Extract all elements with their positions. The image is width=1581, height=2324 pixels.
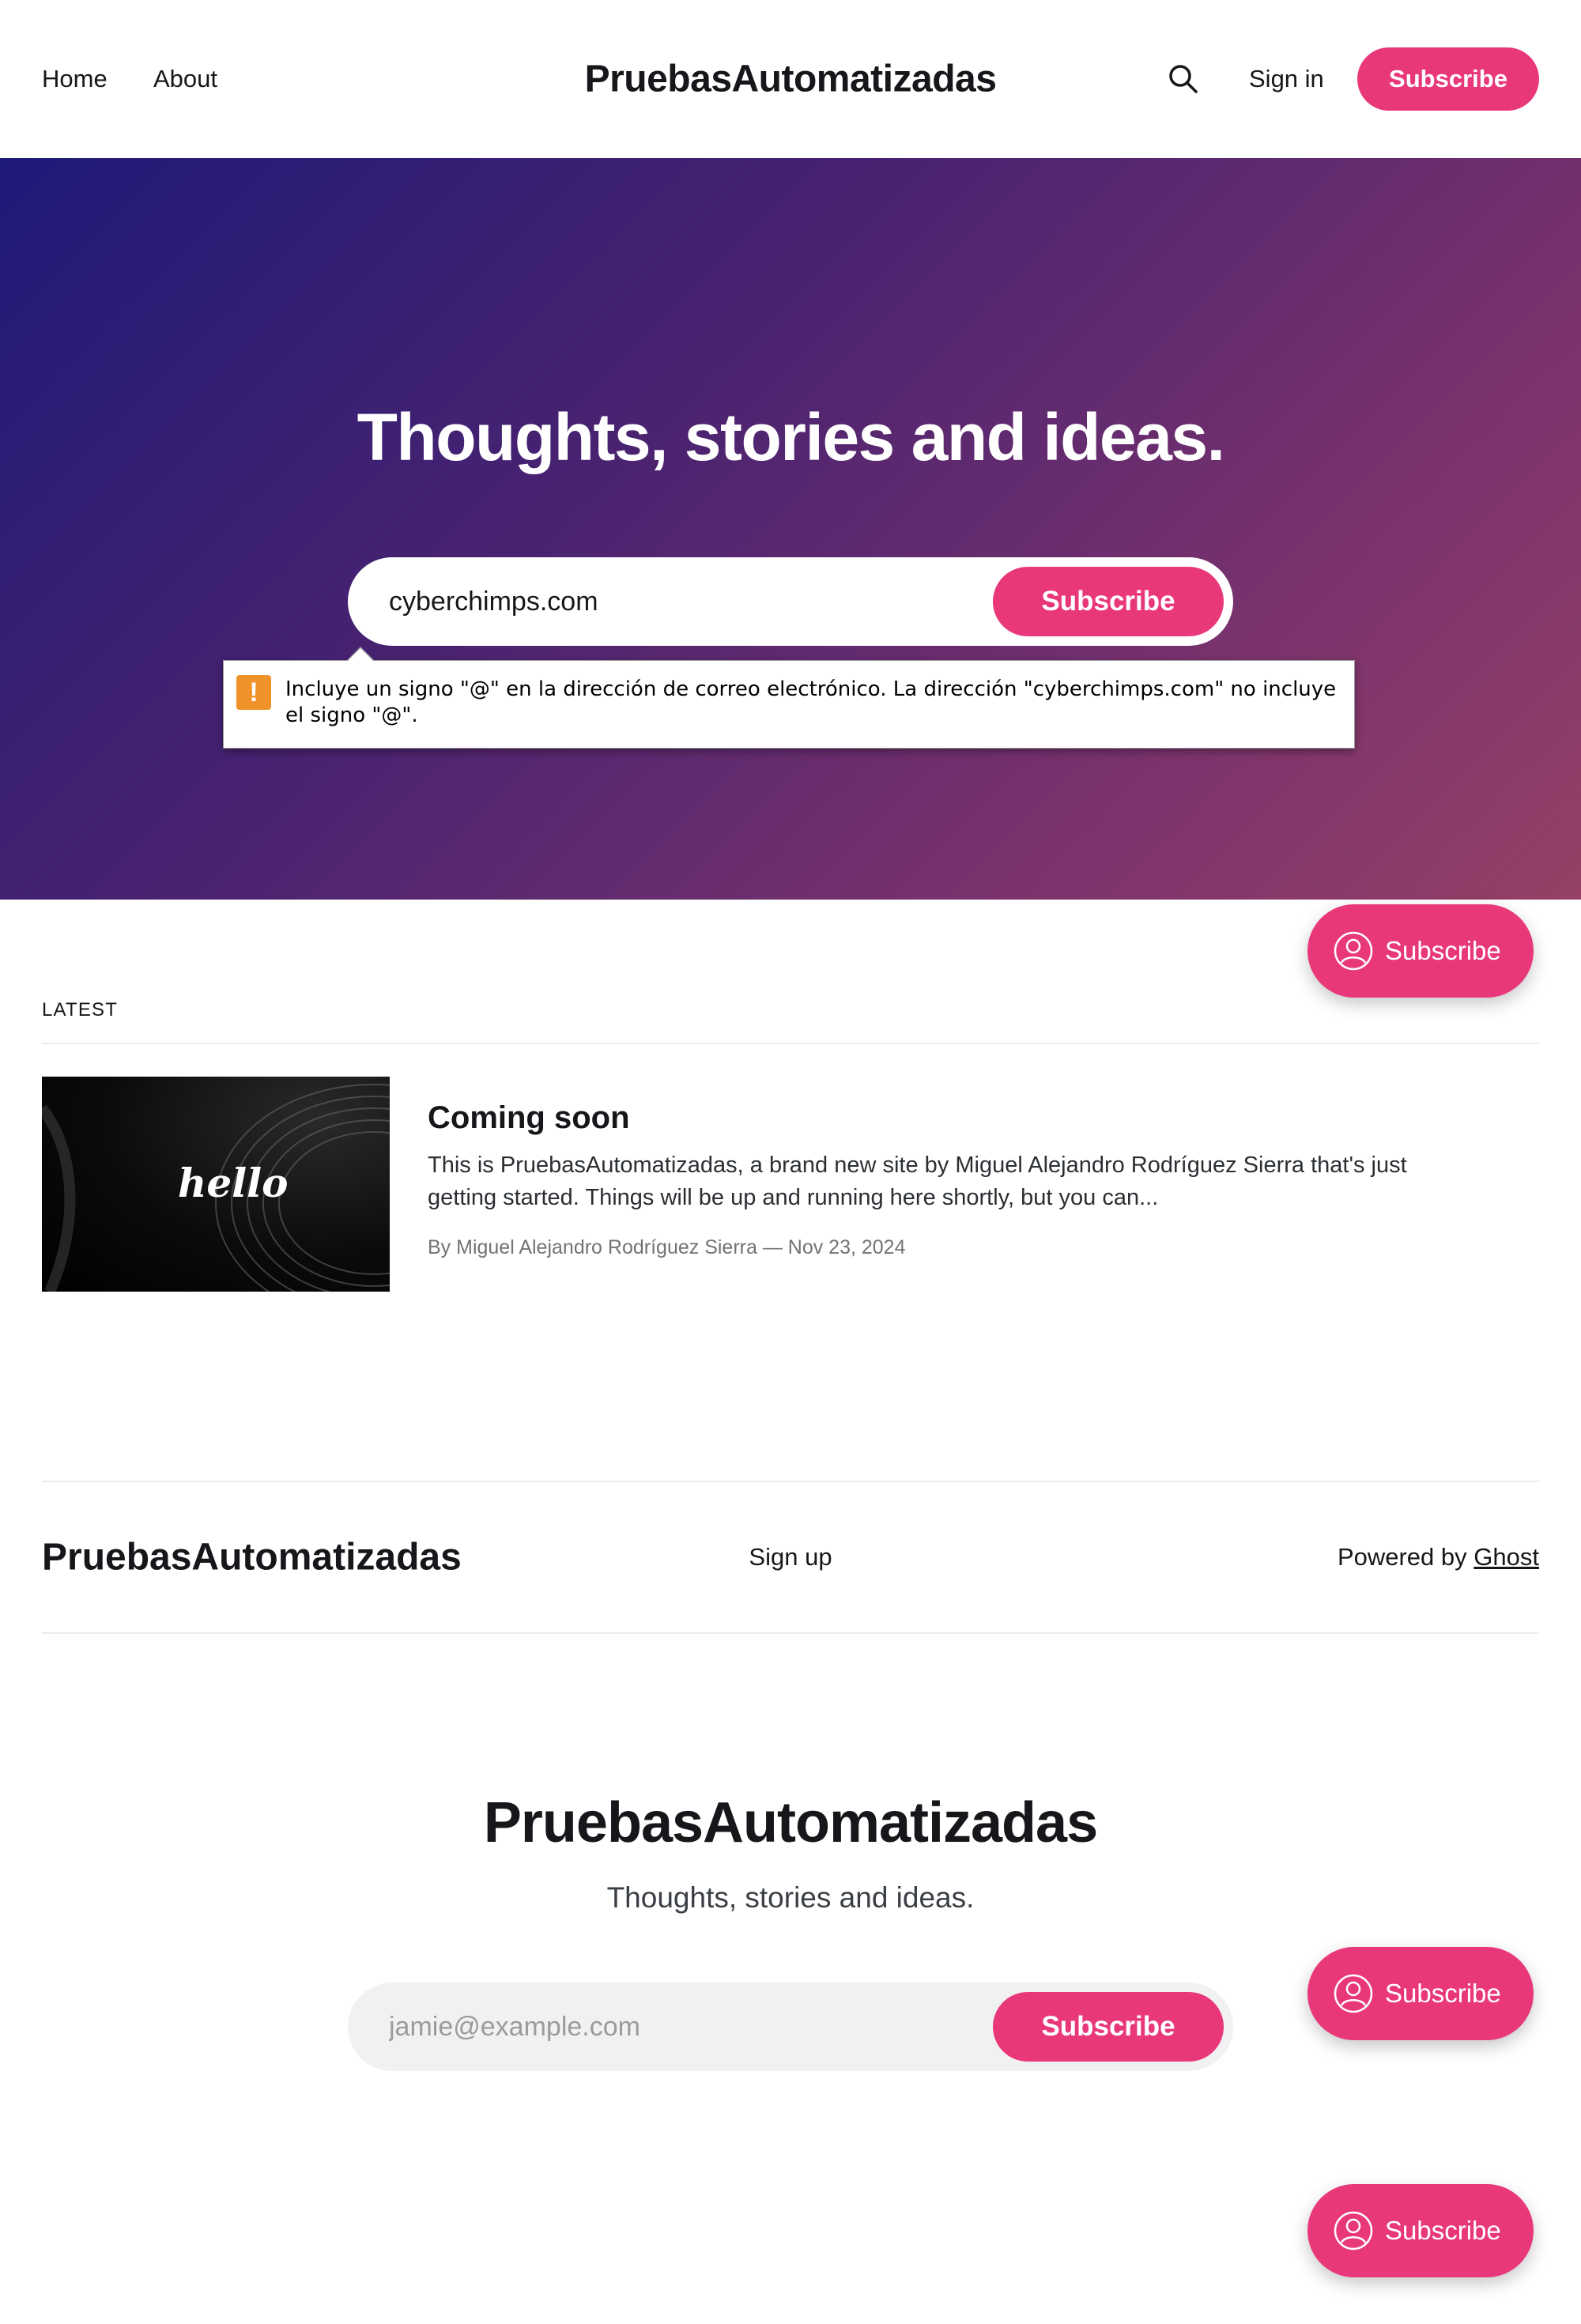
site-title[interactable]: PruebasAutomatizadas — [585, 58, 997, 101]
powered-by-text: Powered by — [1337, 1543, 1467, 1571]
portal-subscribe-button[interactable]: Subscribe — [1307, 904, 1534, 998]
footer-top-divider — [42, 1481, 1539, 1482]
hero-title: Thoughts, stories and ideas. — [357, 400, 1225, 474]
nav-about-link[interactable]: About — [153, 65, 217, 93]
validation-message: Incluye un signo "@" en la dirección de … — [285, 677, 1337, 727]
user-circle-icon — [1334, 1974, 1373, 2013]
powered-by: Powered by Ghost — [1338, 1543, 1539, 1571]
hero-email-input[interactable] — [348, 557, 980, 646]
site-header: Home About PruebasAutomatizadas Sign in … — [0, 0, 1581, 158]
footer-site-title[interactable]: PruebasAutomatizadas — [42, 1536, 462, 1579]
validation-tooltip: ! Incluye un signo "@" en la dirección d… — [223, 647, 1355, 749]
portal-subscribe-button[interactable]: Subscribe — [1307, 2184, 1534, 2277]
search-icon[interactable] — [1166, 62, 1201, 96]
cta-subscribe-form: Subscribe — [348, 1983, 1233, 2071]
post-meta: By Miguel Alejandro Rodríguez Sierra — N… — [428, 1236, 906, 1258]
cta-subscribe-button[interactable]: Subscribe — [993, 1992, 1224, 2062]
ghost-link[interactable]: Ghost — [1473, 1543, 1539, 1571]
post-thumbnail[interactable]: hello — [42, 1077, 390, 1292]
nav-home-link[interactable]: Home — [42, 65, 108, 93]
post-title[interactable]: Coming soon — [428, 1100, 630, 1136]
cta-subtitle: Thoughts, stories and ideas. — [606, 1881, 975, 1914]
footer-bottom-divider — [42, 1632, 1539, 1634]
hero-subscribe-form: Subscribe — [348, 557, 1233, 646]
latest-section-label: LATEST — [42, 999, 119, 1021]
hero-section — [0, 158, 1581, 900]
user-circle-icon — [1334, 2211, 1373, 2250]
portal-subscribe-label: Subscribe — [1385, 1979, 1501, 2008]
portal-subscribe-label: Subscribe — [1385, 2216, 1501, 2245]
cta-title: PruebasAutomatizadas — [483, 1791, 1098, 1854]
footer-signup-link[interactable]: Sign up — [749, 1543, 832, 1571]
signin-link[interactable]: Sign in — [1249, 65, 1324, 93]
portal-subscribe-label: Subscribe — [1385, 936, 1501, 965]
header-subscribe-button[interactable]: Subscribe — [1357, 47, 1539, 111]
portal-subscribe-button[interactable]: Subscribe — [1307, 1947, 1534, 2040]
post-excerpt: This is PruebasAutomatizadas, a brand ne… — [428, 1153, 1407, 1210]
warning-icon: ! — [236, 675, 271, 710]
user-circle-icon — [1334, 931, 1373, 971]
cta-email-input[interactable] — [348, 1983, 980, 2071]
post-card[interactable]: hello Coming soon This is PruebasAutomat… — [42, 1077, 1539, 1292]
hero-subscribe-button[interactable]: Subscribe — [993, 567, 1224, 636]
latest-divider — [42, 1043, 1539, 1044]
thumbnail-hello-text: hello — [178, 1160, 289, 1206]
